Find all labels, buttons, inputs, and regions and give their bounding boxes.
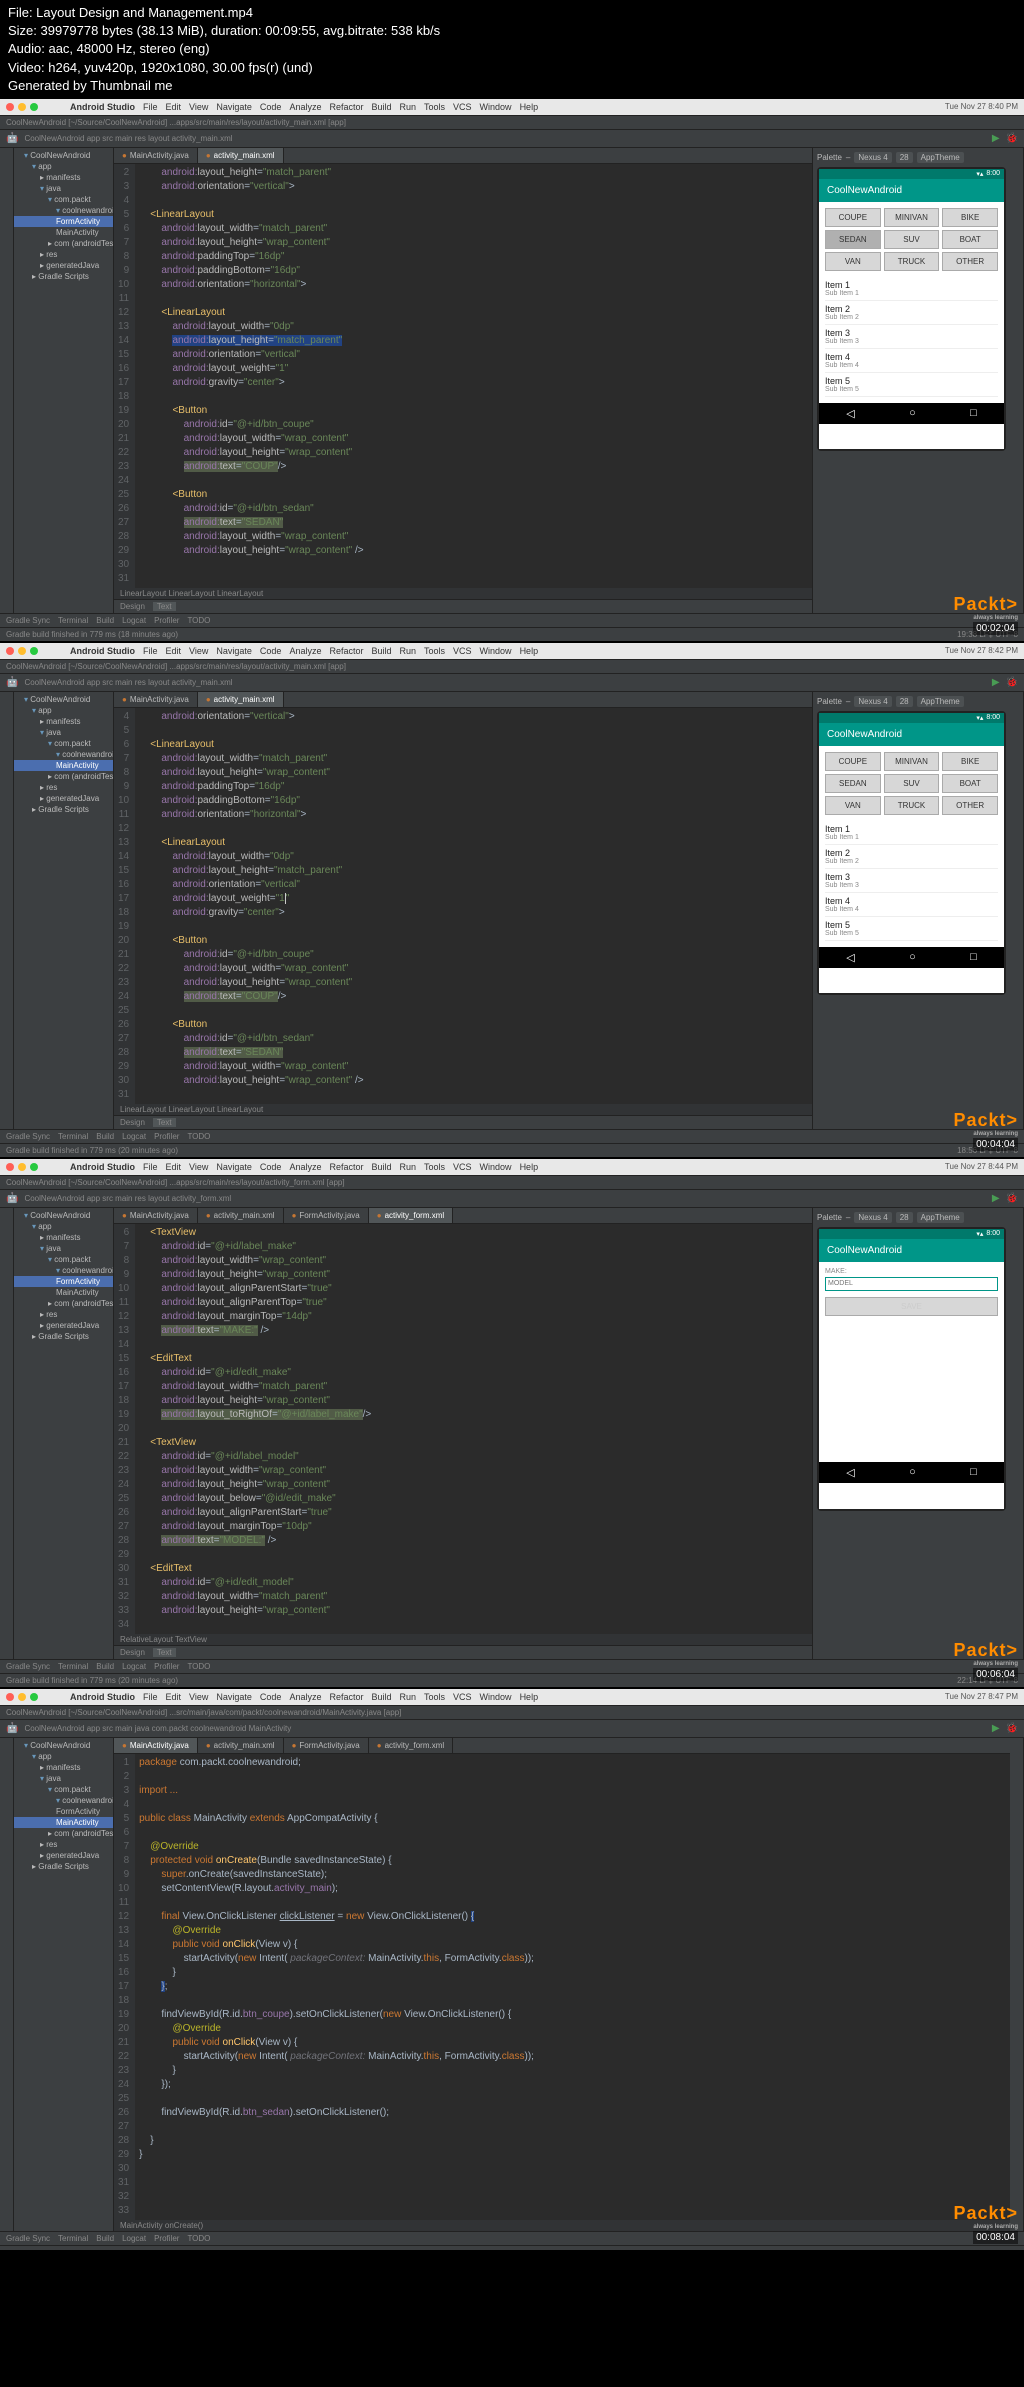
tree-res: ▸ res xyxy=(14,249,113,260)
btn-van[interactable]: VAN xyxy=(825,252,881,271)
menu-run[interactable]: Run xyxy=(400,102,417,112)
list-item[interactable]: Item 2Sub Item 2 xyxy=(825,301,998,325)
project-tree[interactable]: ▾ CoolNewAndroid ▾ app ▸ manifests ▾ jav… xyxy=(14,692,114,1129)
tree-root: ▾ CoolNewAndroid xyxy=(14,150,113,161)
screenshot-2: Android Studio FileEditViewNavigateCodeA… xyxy=(0,643,1024,1157)
make-input[interactable] xyxy=(825,1277,998,1291)
code-editor[interactable]: 2345678910111213141516171819202122232425… xyxy=(114,164,812,588)
screenshot-1: Android Studio File Edit View Navigate C… xyxy=(0,99,1024,641)
list-item[interactable]: Item 1Sub Item 1 xyxy=(825,821,998,845)
right-tool-strip[interactable] xyxy=(1010,148,1024,613)
tree-form-activity: FormActivity xyxy=(14,216,113,227)
debug-button[interactable]: 🐞 xyxy=(1006,133,1018,144)
recents-icon: □ xyxy=(970,407,977,420)
breadcrumb: CoolNewAndroid [~/Source/CoolNewAndroid]… xyxy=(0,115,1024,130)
list-item[interactable]: Item 3Sub Item 3 xyxy=(825,869,998,893)
code-content[interactable]: android:layout_height="match_parent" and… xyxy=(135,164,812,588)
home-icon: ○ xyxy=(909,407,916,420)
btn-suv[interactable]: SUV xyxy=(884,230,940,249)
menu-analyze[interactable]: Analyze xyxy=(289,102,321,112)
btn-minivan[interactable]: MINIVAN xyxy=(884,208,940,227)
tree-pkg2: ▾ coolnewandroid xyxy=(14,205,113,216)
text-tab[interactable]: Text xyxy=(153,602,176,611)
api-selector[interactable]: 28 xyxy=(896,152,913,163)
device-selector[interactable]: Nexus 4 xyxy=(854,152,891,163)
tree-manifests: ▸ manifests xyxy=(14,172,113,183)
menu-help[interactable]: Help xyxy=(520,102,539,112)
list-item[interactable]: Item 5Sub Item 5 xyxy=(825,373,998,397)
save-button[interactable]: SAVE xyxy=(825,1297,998,1316)
tree-gradle: ▸ Gradle Scripts xyxy=(14,271,113,282)
element-breadcrumb[interactable]: LinearLayout LinearLayout LinearLayout xyxy=(114,588,812,599)
make-label: MAKE: xyxy=(825,1268,998,1275)
editor-tabs: ●MainActivity.java ●activity_main.xml xyxy=(114,148,812,164)
menu-vcs[interactable]: VCS xyxy=(453,102,472,112)
tree-pkg: ▾ com.packt xyxy=(14,194,113,205)
menu-file[interactable]: File xyxy=(143,102,158,112)
system-clock: Tue Nov 27 8:40 PM xyxy=(945,102,1018,111)
window-controls[interactable] xyxy=(6,103,38,111)
btn-truck[interactable]: TRUCK xyxy=(884,252,940,271)
menu-edit[interactable]: Edit xyxy=(166,102,182,112)
btn-bike[interactable]: BIKE xyxy=(942,208,998,227)
gradle-status: Gradle build finished in 779 ms (18 minu… xyxy=(6,630,178,639)
bottom-tool-tabs: Gradle Sync Terminal Build Logcat Profil… xyxy=(0,613,1024,627)
android-icon: 🤖 xyxy=(6,133,18,144)
menu-view[interactable]: View xyxy=(189,102,208,112)
meta-size: Size: 39979778 bytes (38.13 MiB), durati… xyxy=(8,22,1016,40)
list-item[interactable]: Item 4Sub Item 4 xyxy=(825,893,998,917)
run-button[interactable]: ▶ xyxy=(992,133,1000,144)
project-tree[interactable]: ▾ CoolNewAndroid ▾ app ▸ manifests ▾ jav… xyxy=(14,148,114,613)
btn-boat[interactable]: BOAT xyxy=(942,230,998,249)
btn-other[interactable]: OTHER xyxy=(942,252,998,271)
tree-java: ▾ java xyxy=(14,183,113,194)
tree-gen: ▸ generatedJava xyxy=(14,260,113,271)
menu-bar: Android Studio File Edit View Navigate C… xyxy=(0,99,1024,115)
packt-logo: Packt>always learning xyxy=(953,594,1018,621)
design-text-toggle: Design Text xyxy=(114,599,812,613)
list-item[interactable]: Item 4Sub Item 4 xyxy=(825,349,998,373)
phone-app-bar: CoolNewAndroid xyxy=(819,179,1004,202)
btn-coupe[interactable]: COUPE xyxy=(825,208,881,227)
screenshot-3: Android Studio FileEditViewNavigateCodeA… xyxy=(0,1159,1024,1687)
theme-selector[interactable]: AppTheme xyxy=(917,152,964,163)
timestamp: 00:02:04 xyxy=(973,622,1018,635)
phone-status-bar: ▾▴8:00 xyxy=(819,169,1004,179)
meta-video: Video: h264, yuv420p, 1920x1080, 30.00 f… xyxy=(8,59,1016,77)
meta-generator: Generated by Thumbnail me xyxy=(8,77,1016,95)
list-item[interactable]: Item 2Sub Item 2 xyxy=(825,845,998,869)
button-grid: COUPE MINIVAN BIKE SEDAN SUV BOAT VAN TR… xyxy=(825,208,998,271)
crumb-path[interactable]: CoolNewAndroid app src main res layout a… xyxy=(24,134,232,143)
list-item[interactable]: Item 1Sub Item 1 xyxy=(825,277,998,301)
menu-refactor[interactable]: Refactor xyxy=(329,102,363,112)
layout-preview: Palette– Nexus 4 28 AppTheme ▾▴8:00 Cool… xyxy=(812,148,1010,613)
tree-main-activity: MainActivity xyxy=(14,227,113,238)
status-bar: Gradle build finished in 779 ms (18 minu… xyxy=(0,627,1024,641)
phone-nav-bar: ◁ ○ □ xyxy=(819,403,1004,424)
tab-main-java[interactable]: ●MainActivity.java xyxy=(114,148,198,163)
tab-main-xml[interactable]: ●activity_main.xml xyxy=(198,148,284,163)
menu-build[interactable]: Build xyxy=(371,102,391,112)
tree-app: ▾ app xyxy=(14,161,113,172)
meta-file: File: Layout Design and Management.mp4 xyxy=(8,4,1016,22)
design-tab[interactable]: Design xyxy=(120,602,145,611)
list-item[interactable]: Item 3Sub Item 3 xyxy=(825,325,998,349)
menu-navigate[interactable]: Navigate xyxy=(216,102,252,112)
left-tool-strip[interactable] xyxy=(0,148,14,613)
thumbnail-metadata: File: Layout Design and Management.mp4 S… xyxy=(0,0,1024,99)
device-frame: ▾▴8:00 CoolNewAndroid COUPE MINIVAN BIKE… xyxy=(817,167,1006,451)
menu-window[interactable]: Window xyxy=(480,102,512,112)
palette-label[interactable]: Palette xyxy=(817,153,842,162)
main-toolbar: 🤖 CoolNewAndroid app src main res layout… xyxy=(0,130,1024,148)
screenshot-4: Android Studio FileEditViewNavigateCodeA… xyxy=(0,1689,1024,2250)
menu-code[interactable]: Code xyxy=(260,102,282,112)
line-gutter: 2345678910111213141516171819202122232425… xyxy=(114,164,135,588)
meta-audio: Audio: aac, 48000 Hz, stereo (eng) xyxy=(8,40,1016,58)
back-icon: ◁ xyxy=(846,407,854,420)
list-item[interactable]: Item 5Sub Item 5 xyxy=(825,917,998,941)
menu-tools[interactable]: Tools xyxy=(424,102,445,112)
app-menu[interactable]: Android Studio xyxy=(70,102,135,112)
btn-sedan[interactable]: SEDAN xyxy=(825,230,881,249)
tree-tests: ▸ com (androidTest) xyxy=(14,238,113,249)
